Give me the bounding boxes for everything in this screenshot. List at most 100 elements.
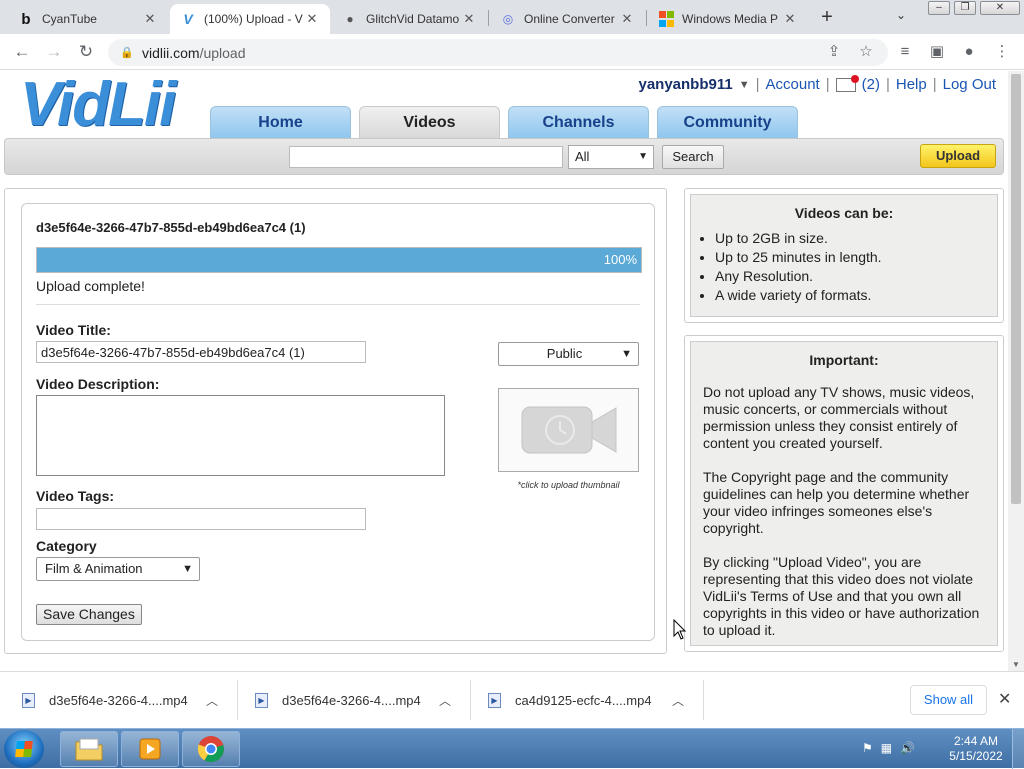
logout-link[interactable]: Log Out	[943, 76, 996, 93]
bookmark-star-icon[interactable]: ☆	[857, 43, 875, 61]
video-requirements-list: Up to 2GB in size. Up to 25 minutes in l…	[715, 229, 997, 305]
network-icon[interactable]: ▦	[881, 741, 892, 755]
chevron-up-icon[interactable]: ︿	[206, 692, 218, 709]
show-desktop-button[interactable]	[1012, 729, 1024, 769]
upload-button[interactable]: Upload	[920, 144, 996, 168]
video-title-input[interactable]: d3e5f64e-3266-47b7-855d-eb49bd6ea7c4 (1)	[36, 341, 366, 363]
close-tab-icon[interactable]: ✕	[619, 11, 635, 27]
download-item[interactable]: ▶ d3e5f64e-3266-4....mp4 ︿	[255, 689, 460, 711]
scroll-down-arrow-icon[interactable]: ▼	[1012, 660, 1020, 669]
search-button[interactable]: Search	[662, 145, 724, 169]
page-scrollbar[interactable]: ▼	[1008, 71, 1024, 671]
nav-tab-videos[interactable]: Videos	[359, 106, 500, 138]
video-tags-label: Video Tags:	[36, 488, 115, 504]
page-viewport: VidLii yanyanbb911 ▼ | Account | (2) | H…	[0, 71, 1008, 671]
close-downloads-bar-icon[interactable]: ✕	[998, 689, 1011, 709]
windows-logo-icon	[658, 11, 674, 27]
downloads-bar: ▶ d3e5f64e-3266-4....mp4 ︿ ▶ d3e5f64e-32…	[0, 671, 1024, 728]
chevron-up-icon[interactable]: ︿	[439, 692, 451, 709]
category-label: Category	[36, 538, 97, 554]
close-window-button[interactable]: ✕	[980, 1, 1020, 15]
upload-filename: d3e5f64e-3266-47b7-855d-eb49bd6ea7c4 (1)	[36, 220, 306, 235]
minimize-button[interactable]: –	[928, 1, 950, 15]
new-tab-button[interactable]: +	[816, 6, 838, 28]
list-item: Up to 2GB in size.	[715, 229, 997, 248]
download-item[interactable]: ▶ d3e5f64e-3266-4....mp4 ︿	[22, 689, 227, 711]
reading-list-icon[interactable]: ≡	[896, 43, 914, 61]
side-panel-icon[interactable]: ▣	[928, 43, 946, 61]
username-link[interactable]: yanyanbb911	[638, 76, 732, 93]
browser-tab-strip: b CyanTube ✕ V (100%) Upload - V ✕ ● Gli…	[0, 0, 1024, 34]
tab-title: Online Converter	[524, 12, 615, 26]
nav-tab-community[interactable]: Community	[657, 106, 798, 138]
mouse-cursor-icon	[673, 619, 687, 640]
media-file-icon: ▶	[22, 692, 35, 708]
browser-tab-online-converter[interactable]: ◎ Online Converter ✕	[490, 4, 645, 34]
category-select[interactable]: Film & Animation ▼	[36, 557, 200, 581]
address-bar[interactable]: 🔒 vidlii.com/upload	[108, 39, 888, 66]
browser-tab-cyantube[interactable]: b CyanTube ✕	[8, 4, 168, 34]
globe-icon: ●	[346, 12, 354, 26]
kebab-menu-icon[interactable]: ⋮	[993, 43, 1011, 61]
restore-button[interactable]: ❐	[954, 1, 976, 15]
back-arrow-icon[interactable]: ←	[12, 42, 32, 62]
close-tab-icon[interactable]: ✕	[304, 11, 320, 27]
caret-down-icon[interactable]: ▼	[739, 79, 750, 91]
clock-date: 5/15/2022	[949, 749, 1003, 763]
vidlii-logo[interactable]: VidLii	[20, 73, 176, 137]
browser-tab-windows-media[interactable]: Windows Media P ✕	[648, 4, 808, 34]
reload-icon[interactable]: ↻	[76, 42, 96, 62]
privacy-select[interactable]: Public ▼	[498, 342, 639, 366]
download-filename: ca4d9125-ecfc-4....mp4	[515, 692, 652, 708]
chrome-icon	[197, 736, 224, 763]
download-filename: d3e5f64e-3266-4....mp4	[49, 692, 188, 708]
save-changes-button[interactable]: Save Changes	[36, 604, 142, 625]
mail-notification-icon[interactable]	[835, 74, 859, 92]
taskbar-media-player[interactable]	[121, 731, 179, 767]
browser-tab-vidlii-upload[interactable]: V (100%) Upload - V ✕	[170, 4, 330, 34]
forward-arrow-icon[interactable]: →	[44, 42, 64, 62]
volume-icon[interactable]: 🔊	[900, 741, 915, 755]
video-description-textarea[interactable]	[36, 395, 445, 476]
share-icon[interactable]: ⇪	[825, 43, 843, 61]
site-nav: Home Videos Channels Community	[210, 106, 798, 138]
upload-status: Upload complete!	[36, 278, 145, 294]
action-center-flag-icon[interactable]: ⚑	[862, 741, 873, 755]
video-camera-icon	[521, 406, 616, 454]
nav-tab-home[interactable]: Home	[210, 106, 351, 138]
close-tab-icon[interactable]: ✕	[142, 11, 158, 27]
nav-tab-channels[interactable]: Channels	[508, 106, 649, 138]
upload-form: d3e5f64e-3266-47b7-855d-eb49bd6ea7c4 (1)…	[21, 203, 655, 641]
chevron-down-icon: ▼	[638, 151, 648, 162]
close-tab-icon[interactable]: ✕	[782, 11, 798, 27]
system-tray: ⚑ ▦ 🔊	[862, 741, 915, 755]
message-count[interactable]: (2)	[862, 76, 880, 93]
taskbar-explorer[interactable]	[60, 731, 118, 767]
account-link[interactable]: Account	[766, 76, 820, 93]
video-tags-input[interactable]	[36, 508, 366, 530]
start-button[interactable]	[4, 730, 44, 768]
search-scope-select[interactable]: All ▼	[568, 145, 654, 169]
profile-avatar-icon[interactable]: ●	[960, 43, 978, 61]
cyantube-favicon-icon: b	[21, 10, 31, 28]
chevron-down-icon: ▼	[182, 563, 193, 575]
browser-tab-glitchvid[interactable]: ● GlitchVid Datamo ✕	[332, 4, 487, 34]
clock-time: 2:44 AM	[953, 734, 999, 748]
tab-separator	[646, 10, 647, 26]
taskbar-clock[interactable]: 2:44 AM 5/15/2022	[946, 734, 1006, 764]
download-item[interactable]: ▶ ca4d9125-ecfc-4....mp4 ︿	[488, 689, 693, 711]
search-input[interactable]	[289, 146, 563, 168]
show-all-downloads-button[interactable]: Show all	[910, 685, 987, 715]
scrollbar-thumb[interactable]	[1011, 74, 1021, 504]
thumbnail-upload[interactable]	[498, 388, 639, 472]
tab-title: Windows Media P	[682, 12, 779, 26]
video-description-label: Video Description:	[36, 376, 160, 392]
close-tab-icon[interactable]: ✕	[461, 11, 477, 27]
video-requirements-box: Videos can be: Up to 2GB in size. Up to …	[684, 188, 1004, 323]
help-link[interactable]: Help	[896, 76, 927, 93]
chevron-up-icon[interactable]: ︿	[672, 692, 684, 709]
tab-search-chevron-icon[interactable]: ⌄	[896, 8, 906, 22]
video-title-label: Video Title:	[36, 322, 111, 338]
taskbar-chrome[interactable]	[182, 731, 240, 767]
important-title: Important:	[809, 352, 879, 368]
